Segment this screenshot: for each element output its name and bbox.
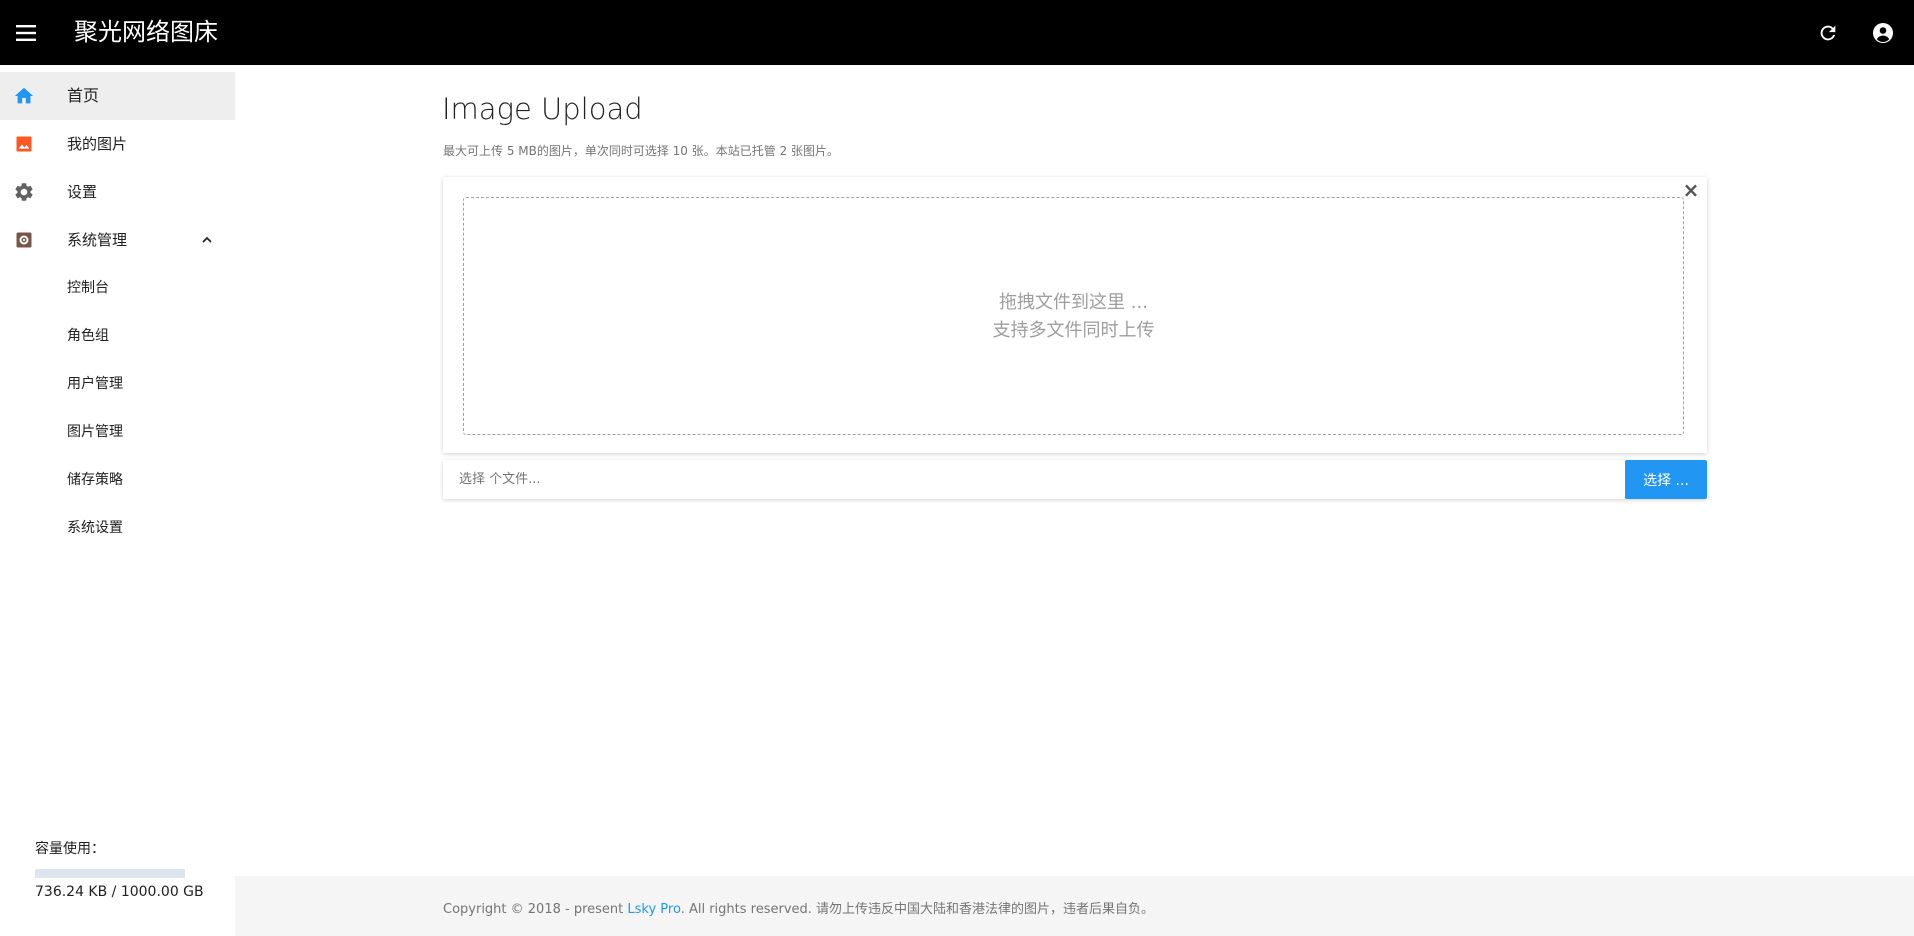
sidebar-item-my-images[interactable]: 我的图片 [0, 120, 235, 168]
image-icon [12, 132, 36, 156]
sidebar: 首页 我的图片 设置 系统管理 控制台 角色组 用户管理 图片管理 储存策略 系… [0, 65, 235, 936]
footer-text: Copyright © 2018 - present Lsky Pro. All… [443, 898, 1154, 917]
refresh-icon[interactable] [1814, 19, 1842, 47]
quota-label: 容量使用： [35, 841, 105, 857]
sidebar-item-images[interactable]: 图片管理 [0, 408, 235, 456]
footer-notice: . All rights reserved. 请勿上传违反中国大陆和香港法律的图… [680, 902, 1155, 917]
sidebar-item-label: 角色组 [67, 328, 109, 344]
dropzone-hint: 拖拽文件到这里 ... [999, 292, 1148, 313]
page-subtitle: 最大可上传 5 MB的图片，单次同时可选择 10 张。本站已托管 2 张图片。 [443, 144, 840, 158]
menu-icon[interactable] [12, 18, 42, 48]
sidebar-item-label: 用户管理 [67, 376, 123, 392]
sidebar-item-system-settings[interactable]: 系统设置 [0, 504, 235, 552]
sidebar-item-system-admin[interactable]: 系统管理 [0, 216, 235, 264]
sidebar-item-users[interactable]: 用户管理 [0, 360, 235, 408]
sidebar-item-label: 系统设置 [67, 520, 123, 536]
footer: Copyright © 2018 - present Lsky Pro. All… [235, 876, 1914, 936]
sidebar-item-label: 储存策略 [67, 472, 123, 488]
gear-icon [12, 180, 36, 204]
footer-copyright: Copyright © 2018 - present [443, 902, 628, 917]
account-circle-icon[interactable] [1869, 19, 1897, 47]
sidebar-item-label: 控制台 [67, 280, 109, 296]
dropzone[interactable]: 拖拽文件到这里 ... 支持多文件同时上传 [463, 197, 1684, 435]
footer-link-lsky-pro[interactable]: Lsky Pro [627, 902, 680, 917]
sidebar-item-label: 设置 [67, 183, 98, 201]
home-icon [12, 84, 36, 108]
choose-file-button[interactable]: 选择 ... [1625, 460, 1707, 499]
sidebar-item-dashboard[interactable]: 控制台 [0, 264, 235, 312]
app-title[interactable]: 聚光网络图床 [74, 15, 218, 49]
app-header: 聚光网络图床 [0, 0, 1914, 65]
admin-settings-icon [12, 228, 36, 252]
file-name-input[interactable] [443, 460, 1625, 499]
upload-panel: × 拖拽文件到这里 ... 支持多文件同时上传 [443, 177, 1707, 453]
quota-progress-bar [35, 869, 185, 878]
dropzone-subhint: 支持多文件同时上传 [992, 320, 1155, 341]
quota-text: 736.24 KB / 1000.00 GB [35, 884, 204, 900]
sidebar-item-label: 图片管理 [67, 424, 123, 440]
sidebar-item-label: 我的图片 [67, 135, 128, 153]
sidebar-item-label: 系统管理 [67, 231, 128, 249]
file-picker: 选择 ... [443, 460, 1707, 499]
sidebar-item-home[interactable]: 首页 [0, 72, 235, 120]
close-icon[interactable]: × [1681, 179, 1701, 201]
sidebar-item-settings[interactable]: 设置 [0, 168, 235, 216]
sidebar-item-roles[interactable]: 角色组 [0, 312, 235, 360]
sidebar-item-storage[interactable]: 储存策略 [0, 456, 235, 504]
sidebar-item-label: 首页 [67, 86, 100, 105]
chevron-up-icon[interactable] [195, 228, 219, 252]
page-title: Image Upload [442, 92, 643, 126]
